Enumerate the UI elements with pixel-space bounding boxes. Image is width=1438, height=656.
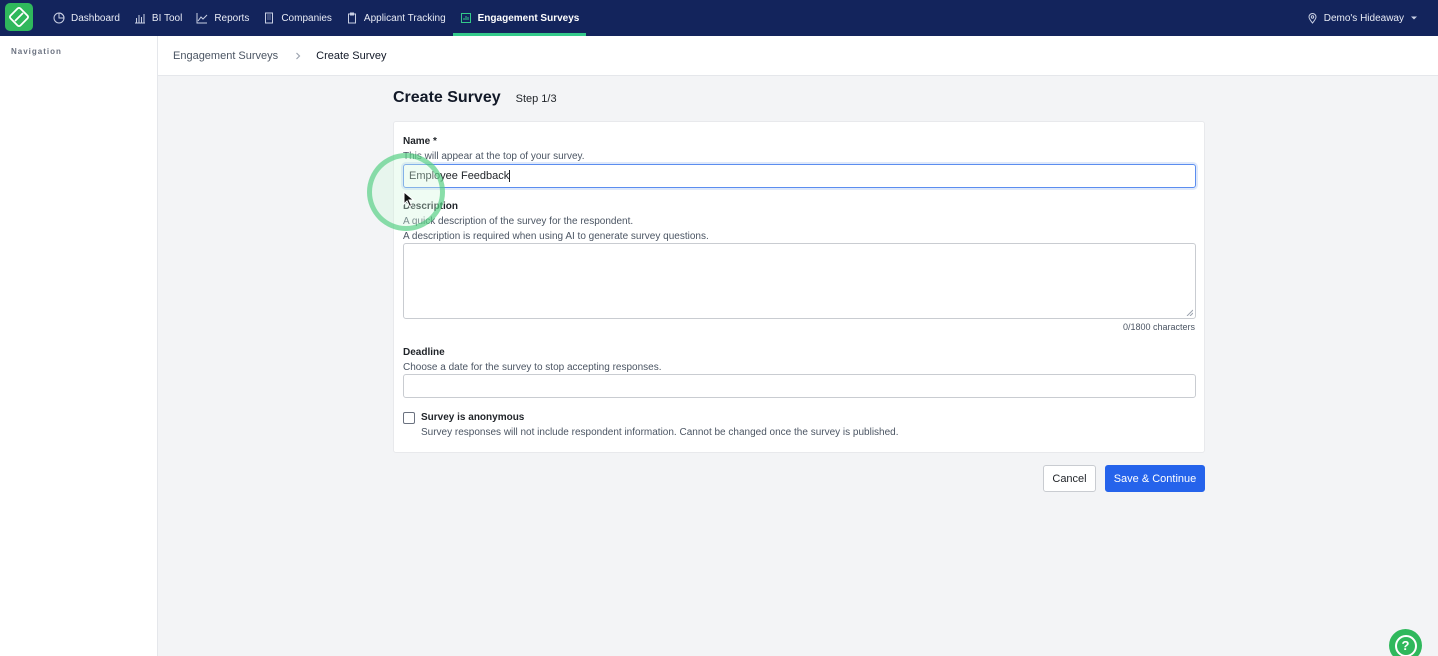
trend-line-icon — [196, 13, 208, 24]
nav-label: BI Tool — [151, 12, 183, 24]
step-indicator: Step 1/3 — [515, 93, 557, 105]
anonymous-label[interactable]: Survey is anonymous — [421, 412, 524, 423]
building-icon — [265, 12, 274, 24]
resize-handle-icon[interactable] — [1186, 309, 1193, 316]
nav-item-bi-tool[interactable]: BI Tool — [127, 0, 189, 36]
text-caret — [509, 170, 511, 182]
breadcrumb: Engagement Surveys Create Survey — [158, 36, 1438, 76]
anonymous-help: Survey responses will not include respon… — [421, 427, 899, 438]
description-char-count: 0/1800 characters — [1122, 322, 1195, 332]
description-help-2: A description is required when using AI … — [403, 231, 709, 242]
top-navigation-bar: Dashboard BI Tool Reports Companies Appl… — [0, 0, 1438, 36]
page-header: Create Survey Step 1/3 — [393, 89, 557, 107]
description-help-1: A quick description of the survey for th… — [403, 216, 634, 227]
page-title: Create Survey — [393, 89, 501, 106]
clipboard-icon — [347, 12, 356, 24]
question-mark-icon: ? — [1394, 634, 1417, 656]
deadline-label: Deadline — [403, 347, 445, 358]
deadline-help: Choose a date for the survey to stop acc… — [403, 362, 662, 373]
name-label: Name * — [403, 136, 437, 147]
survey-icon — [460, 13, 471, 23]
chevron-right-icon — [296, 52, 301, 59]
description-label: Description — [403, 201, 459, 212]
nav-label: Companies — [281, 12, 332, 24]
nav-label: Engagement Surveys — [477, 12, 580, 24]
survey-form-card: Name * This will appear at the top of yo… — [393, 121, 1205, 453]
nav-label: Dashboard — [71, 12, 120, 24]
anonymous-checkbox[interactable] — [403, 412, 415, 424]
help-button[interactable]: ? — [1389, 629, 1422, 656]
nav-item-applicant-tracking[interactable]: Applicant Tracking — [339, 0, 453, 36]
sidebar-title: Navigation — [11, 47, 62, 56]
main-nav: Dashboard BI Tool Reports Companies Appl… — [46, 0, 587, 36]
name-input-value: Employee Feedback — [409, 170, 510, 182]
dashboard-icon — [53, 12, 65, 24]
sidebar: Navigation — [0, 36, 158, 656]
deadline-date-input[interactable] — [403, 374, 1196, 398]
bar-chart-icon — [134, 14, 145, 24]
name-input[interactable]: Employee Feedback — [403, 164, 1196, 188]
breadcrumb-parent-link[interactable]: Engagement Surveys — [173, 50, 278, 62]
nav-item-reports[interactable]: Reports — [189, 0, 256, 36]
breadcrumb-current: Create Survey — [316, 49, 387, 62]
logo-icon — [9, 7, 29, 27]
nav-label: Applicant Tracking — [363, 12, 446, 24]
name-help: This will appear at the top of your surv… — [403, 151, 585, 162]
description-textarea[interactable] — [403, 243, 1196, 319]
nav-label: Reports — [214, 12, 250, 24]
app-logo[interactable] — [5, 3, 33, 31]
account-switcher[interactable]: Demo's Hideaway — [1307, 0, 1418, 36]
nav-item-dashboard[interactable]: Dashboard — [46, 0, 127, 36]
chevron-down-icon — [1411, 16, 1417, 20]
cancel-button[interactable]: Cancel — [1043, 465, 1096, 492]
nav-item-companies[interactable]: Companies — [256, 0, 339, 36]
nav-item-engagement-surveys[interactable]: Engagement Surveys — [452, 0, 587, 36]
save-continue-button[interactable]: Save & Continue — [1105, 465, 1205, 492]
location-pin-icon — [1308, 12, 1317, 24]
account-name: Demo's Hideaway — [1323, 12, 1404, 24]
